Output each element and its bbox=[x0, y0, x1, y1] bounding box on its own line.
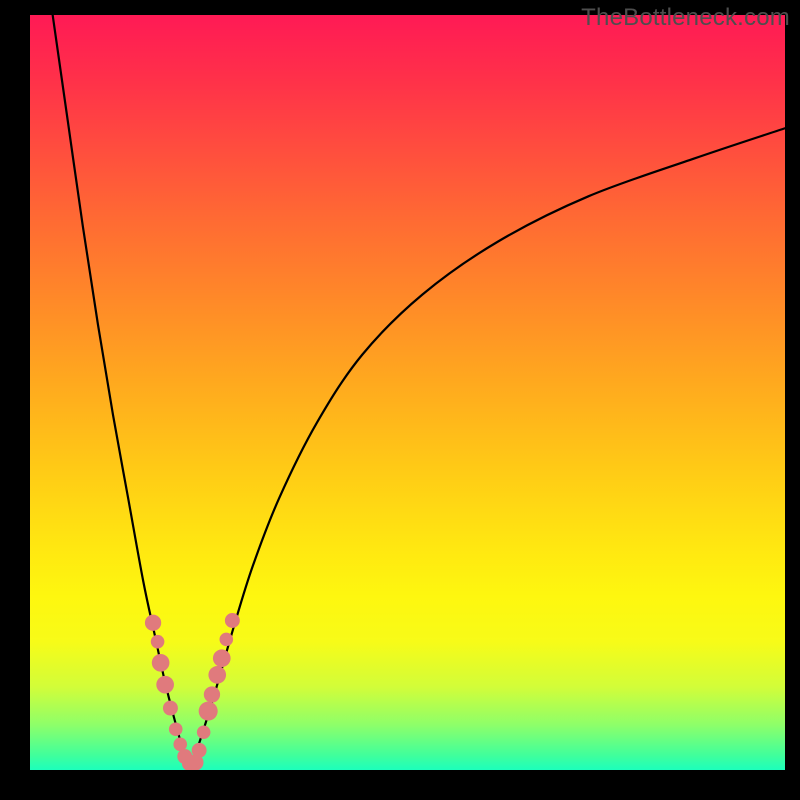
watermark-text: TheBottleneck.com bbox=[581, 4, 790, 32]
data-marker bbox=[197, 725, 211, 739]
data-marker bbox=[204, 686, 220, 702]
data-marker bbox=[169, 722, 183, 736]
data-marker bbox=[151, 635, 165, 649]
data-marker bbox=[208, 666, 226, 684]
data-marker bbox=[225, 613, 240, 628]
data-marker bbox=[192, 743, 207, 758]
marker-group bbox=[145, 613, 240, 770]
data-marker bbox=[163, 701, 178, 716]
curve-left-branch bbox=[53, 15, 189, 765]
plot-area bbox=[30, 15, 785, 770]
data-marker bbox=[220, 633, 234, 647]
data-marker bbox=[152, 654, 170, 672]
chart-svg bbox=[30, 15, 785, 770]
chart-frame: TheBottleneck.com bbox=[0, 0, 800, 800]
data-marker bbox=[213, 649, 231, 667]
data-marker bbox=[156, 676, 174, 694]
data-marker bbox=[145, 615, 161, 631]
curve-right-branch bbox=[189, 128, 785, 765]
data-marker bbox=[199, 702, 218, 721]
